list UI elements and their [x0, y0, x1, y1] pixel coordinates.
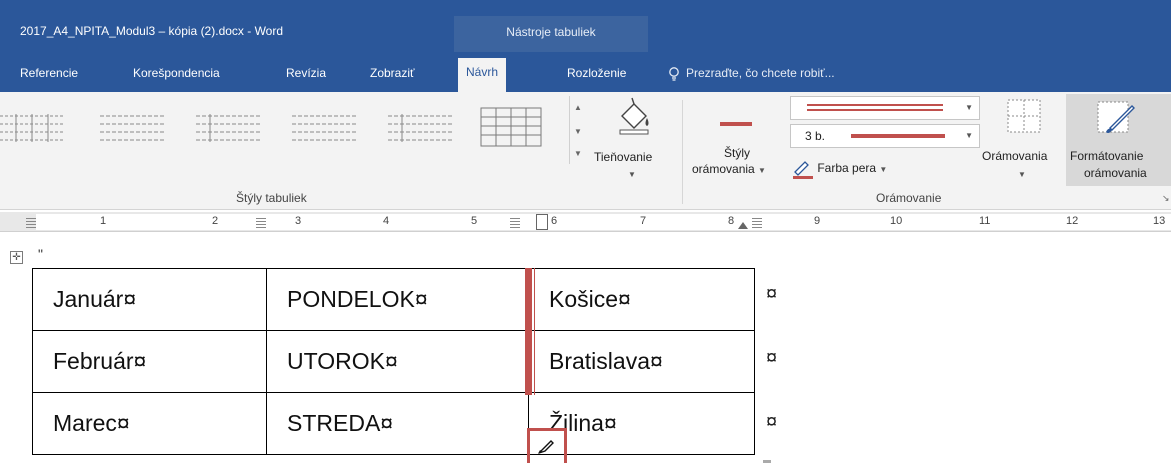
ruler-column-marker[interactable]	[510, 216, 520, 228]
tab-design[interactable]: Návrh	[458, 58, 507, 92]
ruler-number: 6	[551, 215, 558, 227]
borders-icon	[1007, 99, 1041, 133]
paragraph-mark: "	[38, 246, 43, 262]
ruler-number: 13	[1153, 215, 1166, 227]
table-row: Február¤ UTOROK¤ Bratislava¤	[32, 330, 755, 393]
gallery-more-button[interactable]: ▼	[570, 142, 586, 164]
table-tools-label: Nástroje tabuliek	[506, 25, 596, 39]
ruler-number: 12	[1066, 215, 1079, 227]
border-painter-label1: Formátovanie	[1070, 149, 1144, 163]
window-title: 2017_A4_NPITA_Modul3 – kópia (2).docx - …	[20, 24, 284, 38]
title-bar: 2017_A4_NPITA_Modul3 – kópia (2).docx - …	[0, 0, 1171, 52]
border-painter-button[interactable]: Formátovanie orámovania	[1066, 94, 1171, 186]
ruler-number: 3	[295, 215, 302, 227]
line-style-preview	[807, 104, 943, 106]
tab-view[interactable]: Zobraziť	[370, 62, 415, 84]
row-end-mark: ¤	[766, 411, 778, 433]
table-tools-header: Nástroje tabuliek	[454, 16, 648, 52]
paint-bucket-icon	[619, 97, 649, 135]
chevron-down-icon: ▼	[965, 103, 973, 112]
table-style-thumbnail[interactable]	[384, 104, 456, 150]
border-styles-label1: Štýly	[724, 146, 751, 160]
table-styles-group-label: Štýly tabuliek	[236, 191, 307, 205]
table-style-thumbnail[interactable]	[0, 104, 70, 150]
border-style-icon	[720, 122, 752, 126]
ruler-number: 5	[471, 215, 478, 227]
group-separator	[682, 100, 683, 204]
gallery-scroll-down-button[interactable]: ▼	[570, 120, 586, 142]
pen-color-icon	[793, 160, 813, 179]
ruler-column-marker[interactable]	[256, 216, 266, 228]
document-table[interactable]: Január¤ PONDELOK¤ Košice¤ Február¤ UTORO…	[32, 268, 755, 455]
table-move-handle-icon[interactable]: ✛	[10, 251, 23, 264]
pen-weight-dropdown[interactable]: 3 b. ▼	[790, 124, 980, 148]
ruler-number: 4	[383, 215, 390, 227]
pen-color-button[interactable]: Farba pera ▼	[792, 158, 887, 179]
ruler-indent-marker[interactable]	[738, 222, 748, 229]
ruler-indent-marker[interactable]	[536, 214, 548, 230]
tab-review[interactable]: Revízia	[286, 62, 326, 84]
border-styles-button[interactable]: Štýly orámovania ▼	[692, 100, 788, 190]
pen-weight-preview	[851, 134, 945, 138]
table-cell[interactable]: STREDA¤	[266, 392, 529, 455]
ruler-number: 8	[728, 215, 735, 227]
ruler-number: 2	[212, 215, 219, 227]
pen-weight-value: 3 b.	[805, 129, 826, 143]
table-style-thumbnail[interactable]	[288, 104, 360, 150]
border-painter-label2: orámovania	[1084, 166, 1147, 180]
table-style-thumbnail[interactable]	[192, 104, 264, 150]
ruler-column-marker[interactable]	[26, 216, 36, 228]
chevron-down-icon: ▼	[965, 131, 973, 140]
borders-group-label: Orámovanie	[876, 191, 942, 205]
shading-label: Tieňovanie	[594, 150, 653, 164]
row-end-mark: ¤	[766, 283, 778, 305]
row-end-mark: ¤	[766, 347, 778, 369]
table-cell[interactable]: Bratislava¤	[528, 330, 755, 393]
tab-mailings[interactable]: Korešpondencia	[133, 62, 220, 84]
painted-border-edge	[534, 268, 535, 395]
borders-button[interactable]: Orámovania ▼	[982, 96, 1064, 186]
table-cell[interactable]: PONDELOK¤	[266, 268, 529, 331]
shading-dropdown-icon: ▼	[628, 170, 636, 179]
borders-dropdown-icon: ▼	[1018, 170, 1026, 179]
table-row: Január¤ PONDELOK¤ Košice¤	[32, 268, 755, 331]
gallery-scroll-up-button[interactable]: ▲	[570, 96, 586, 118]
pen-color-label: Farba pera	[817, 161, 877, 175]
tell-me-box[interactable]: Prezraďte, čo chcete robiť...	[668, 62, 835, 84]
table-style-thumbnail[interactable]	[480, 104, 550, 150]
borders-label: Orámovania	[982, 149, 1048, 163]
table-cell[interactable]: Január¤	[32, 268, 267, 331]
lightbulb-icon	[669, 66, 679, 81]
gallery-scrollbar: ▲ ▼ ▼	[569, 96, 586, 164]
ruler-column-marker[interactable]	[752, 216, 762, 228]
ruler-number: 11	[979, 215, 991, 227]
tab-layout[interactable]: Rozloženie	[567, 62, 626, 84]
tab-references[interactable]: Referencie	[20, 62, 78, 84]
ruler-number: 1	[100, 215, 107, 227]
ruler-number: 9	[814, 215, 821, 227]
dialog-launcher-icon[interactable]: ↘	[1162, 193, 1170, 204]
table-cell[interactable]: Február¤	[32, 330, 267, 393]
border-painter-icon	[1097, 101, 1135, 134]
ruler-number: 10	[890, 215, 903, 227]
table-cell[interactable]: Marec¤	[32, 392, 267, 455]
tell-me-text: Prezraďte, čo chcete robiť...	[686, 66, 835, 80]
line-style-preview-2	[807, 109, 943, 111]
border-styles-label2: orámovania ▼	[692, 162, 766, 176]
ruler-text-area	[36, 214, 1171, 230]
table-cell[interactable]: Košice¤	[528, 268, 755, 331]
table-cell[interactable]: UTOROK¤	[266, 330, 529, 393]
painted-border	[525, 268, 532, 395]
line-style-dropdown[interactable]: ▼	[790, 96, 980, 120]
table-style-thumbnail[interactable]	[96, 104, 170, 150]
ruler-number: 7	[640, 215, 647, 227]
border-painter-cursor-icon	[538, 440, 554, 454]
table-row: Marec¤ STREDA¤ Žilina¤	[32, 392, 755, 455]
